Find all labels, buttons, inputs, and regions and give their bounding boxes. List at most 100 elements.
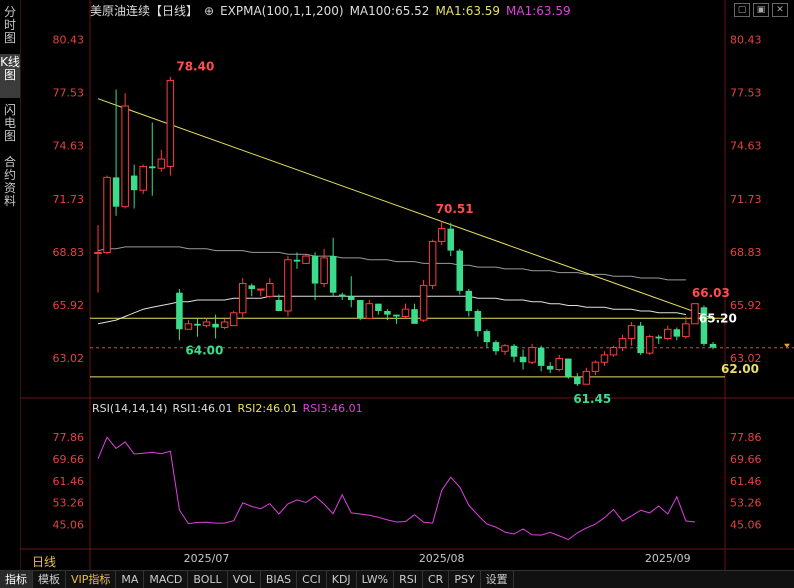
candle-body-down [546,365,554,370]
candle-body-up [238,283,247,314]
candle-body-down [510,345,518,357]
candle-body-up [645,336,654,354]
candle-body-down [492,342,500,352]
candle-body-up [184,323,193,330]
maximize-icon[interactable]: ▢ [734,3,750,17]
candle-body-up [600,354,609,363]
candle-body-up [220,321,229,328]
candle-body-down [293,259,301,262]
price-chart[interactable]: 80.43 80.43 77.53 77.53 74.63 74.63 71.73 71.73… [0,0,794,570]
price-annotation: 62.00 [721,362,759,376]
candle-body-up [257,288,265,291]
candle-body-down [130,175,138,191]
candle-body-down [329,256,337,293]
candle-body-down [194,323,201,326]
candle-body-up [139,165,147,191]
tab-settings[interactable]: 设置 [481,571,514,588]
trendline [97,98,714,319]
tab-kdj[interactable]: KDJ [327,571,357,588]
candle-body-down [474,310,482,332]
instrument-title: 美原油连续【日线】 [90,4,199,18]
candle-body-up [320,257,328,285]
rsi2-value: RSI2:46.01 [237,402,298,415]
candle-body-up [591,361,600,372]
settings-icon[interactable]: ⊕ [204,4,214,18]
tab-psy[interactable]: PSY [449,571,481,588]
price-tick-right: 68.83 [730,246,762,259]
close-icon[interactable]: ✕ [772,3,788,17]
tab-lw[interactable]: LW% [357,571,395,588]
candle-body-up [302,255,310,264]
current-price-marker [784,343,790,348]
rsi-tick-right: 45.06 [730,519,762,532]
candle-body-down [275,300,283,311]
candle-body-up [664,328,672,339]
ma1-value-yellow: MA1:63.59 [435,4,501,18]
candle-body-up [555,358,564,371]
tab-boll[interactable]: BOLL [188,571,228,588]
candle-body-up [365,303,374,319]
candle-body-up [94,251,102,254]
period-label[interactable]: 日线 [32,553,56,570]
price-annotation: 78.40 [176,60,214,74]
tab-template[interactable]: 模板 [33,571,66,588]
candle-body-down [483,331,491,343]
price-tick-left: 65.92 [53,299,85,312]
candle-body-up [157,158,166,169]
rsi-tick-left: 61.46 [53,475,85,488]
chart-header: 美原油连续【日线】 ⊕ EXPMA(100,1,1,200) MA100:65.52 M… [90,2,577,18]
candle-body-down [347,296,355,301]
tab-vol[interactable]: VOL [228,571,261,588]
candle-body-up [284,259,292,312]
rsi-name: RSI(14,14,14) [92,402,168,415]
time-tick-label: 2025/08 [419,552,465,565]
candle-body-down [357,300,364,319]
candle-body-down [465,290,473,311]
ma-short-line [97,295,686,325]
tab-ma[interactable]: MA [116,571,145,588]
ma100-value: MA100:65.52 [349,4,430,18]
rsi3-value: RSI3:46.01 [302,402,363,415]
tab-indicators[interactable]: 指标 [0,571,33,588]
price-tick-left: 63.02 [53,352,85,365]
candle-body-down [673,329,681,337]
candle-body-up [266,283,274,297]
tab-vip-indicators[interactable]: VIP指标 [66,571,117,588]
candle-body-up [528,347,536,363]
candle-body-down [338,294,346,297]
candle-body-up [121,105,129,208]
candle-body-down [537,347,545,366]
window-controls: ▢ ▣ ✕ [731,2,788,17]
tab-cr[interactable]: CR [423,571,450,588]
price-tick-left: 80.43 [53,34,85,47]
candle-body-up [582,370,591,385]
price-annotation: 61.45 [573,392,611,406]
candle-body-down [212,323,219,328]
tab-rsi[interactable]: RSI [394,571,423,588]
tab-bias[interactable]: BIAS [261,571,298,588]
candle-body-up [682,323,690,338]
candle-body-down [565,358,572,377]
candle-body-down [637,325,644,354]
rsi-tick-left: 45.06 [53,519,85,532]
price-annotation: 70.51 [436,202,474,216]
candle-body-up [691,303,699,325]
price-tick-left: 68.83 [53,246,85,259]
tab-macd[interactable]: MACD [144,571,189,588]
candle-body-down [411,309,418,324]
candle-body-down [574,376,581,385]
indicator-tabs: 指标 模板 VIP指标 MA MACD BOLL VOL BIAS CCI KDJ LW% RSI CR… [0,570,794,588]
tab-cci[interactable]: CCI [297,571,327,588]
candle-body-down [149,166,156,169]
price-annotation: 65.20 [699,311,737,325]
rsi-tick-right: 53.26 [730,497,762,510]
candle-body-down [655,336,662,339]
candle-body-up [229,312,238,327]
rsi-tick-left: 69.66 [53,453,85,466]
candle-body-up [501,345,509,352]
price-tick-left: 77.53 [53,87,85,100]
candle-body-up [103,176,111,253]
restore-icon[interactable]: ▣ [753,3,769,17]
candle-body-down [375,303,382,311]
rsi-tick-right: 61.46 [730,475,762,488]
